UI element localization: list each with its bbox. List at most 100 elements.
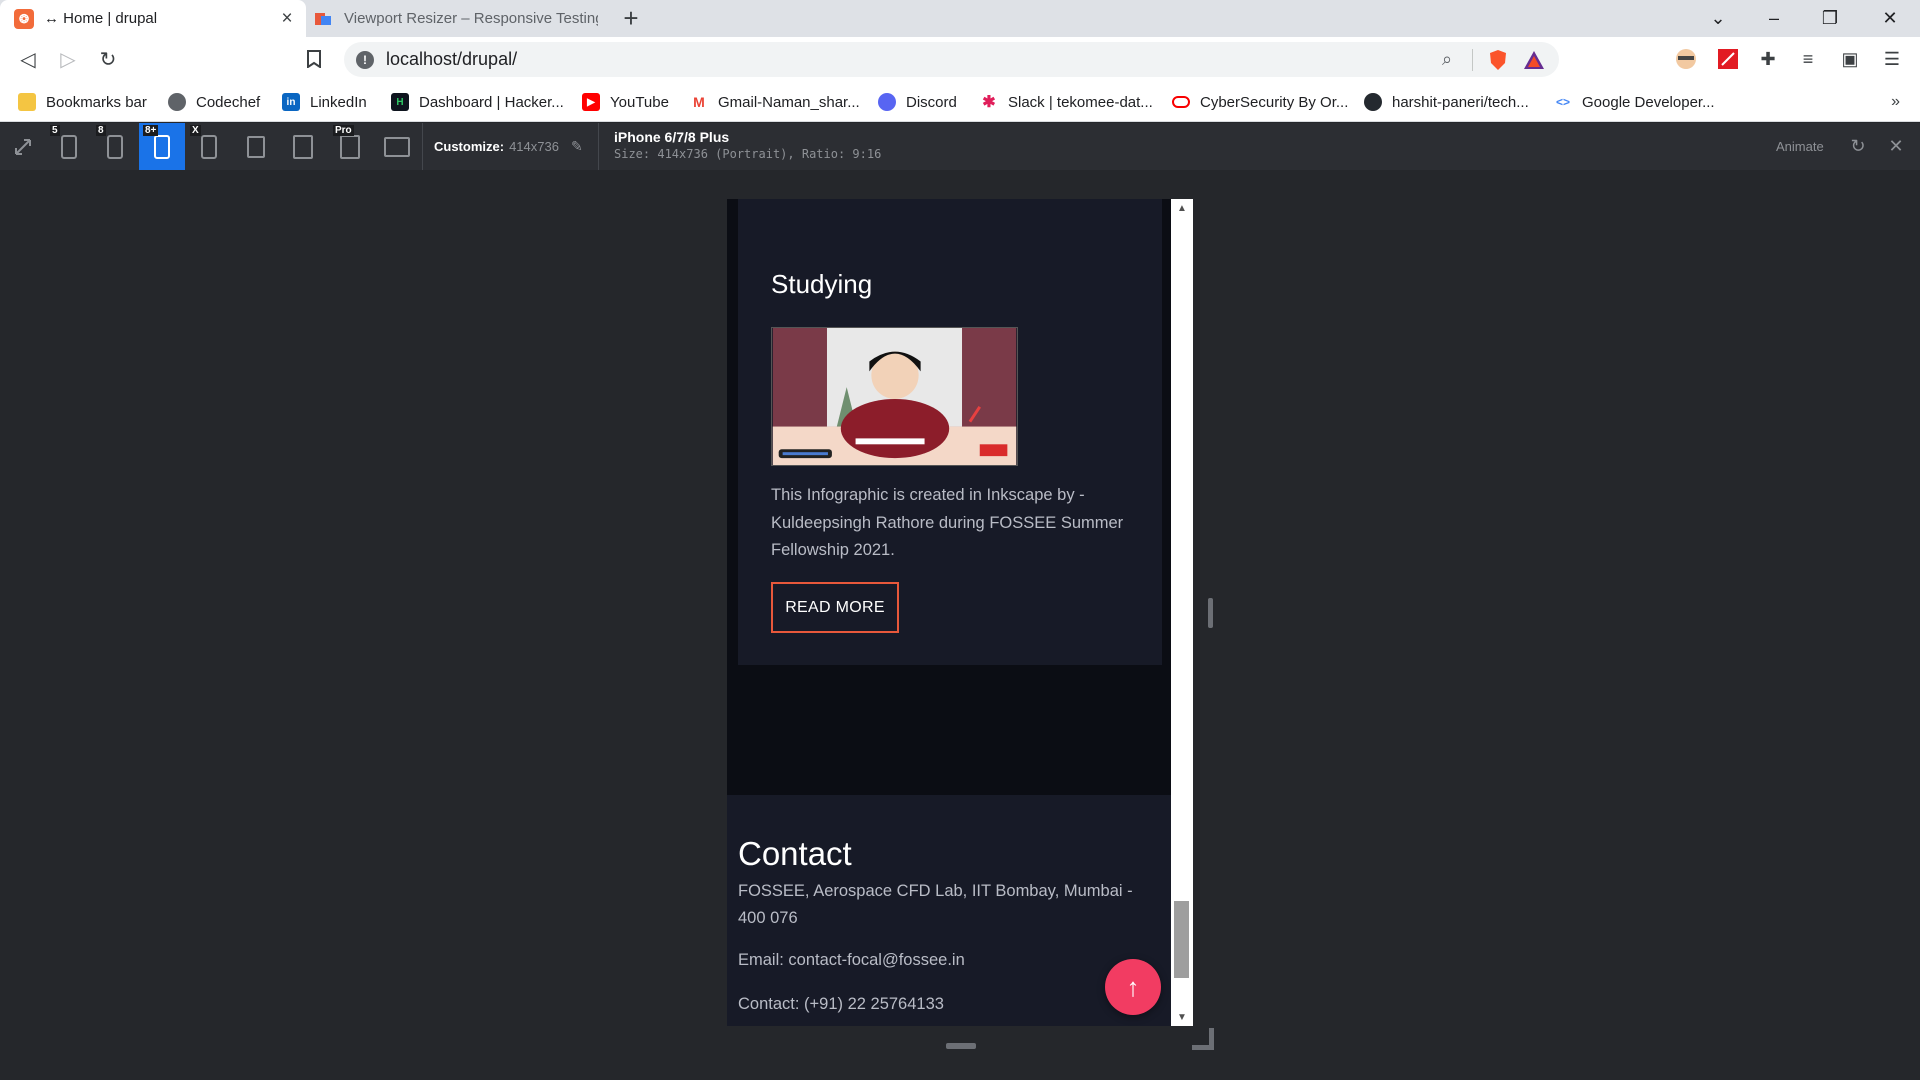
bookmark-item[interactable]: harshit-paneri/tech... (1364, 82, 1529, 122)
resize-handle-bottom[interactable] (946, 1043, 976, 1049)
bookmark-label: YouTube (610, 93, 669, 111)
contact-address: FOSSEE, Aerospace CFD Lab, IIT Bombay, M… (738, 882, 1133, 927)
resize-handle-right[interactable] (1208, 598, 1213, 628)
divider (422, 123, 423, 170)
contact-email[interactable]: Email: contact-focal@fossee.in (738, 947, 1158, 974)
read-more-button[interactable]: READ MORE (771, 582, 899, 633)
zoom-icon[interactable]: ⌕ (1432, 45, 1462, 75)
bookmark-item[interactable]: Bookmarks bar (18, 82, 147, 122)
folder-icon (18, 93, 36, 111)
bookmark-item[interactable]: ▶ YouTube (582, 82, 669, 122)
site-info-icon[interactable]: ! (356, 50, 374, 69)
avatar-extension-icon[interactable] (1672, 45, 1700, 73)
hackerrank-icon: H (391, 93, 409, 111)
tablet-icon (247, 135, 265, 158)
scroll-down-arrow-icon[interactable]: ▼ (1171, 1008, 1193, 1026)
address-bar[interactable]: ! localhost/drupal/ ⌕ (344, 42, 1559, 77)
scroll-to-top-button[interactable]: ↑ (1105, 959, 1161, 1015)
scrollbar-thumb[interactable] (1174, 901, 1189, 978)
bookmark-item[interactable]: CyberSecurity By Or... (1172, 82, 1348, 122)
youtube-icon: ▶ (582, 93, 600, 111)
close-tab-icon[interactable]: × (274, 6, 300, 32)
device-iphone-5-button[interactable]: 5 (46, 123, 92, 170)
url-text[interactable]: localhost/drupal/ (386, 49, 1432, 70)
close-window-button[interactable]: ✕ (1862, 0, 1918, 37)
bookmark-label: Gmail-Naman_shar... (718, 93, 860, 111)
studying-infographic-image[interactable] (771, 327, 1018, 466)
customize-value: 414x736 (509, 139, 559, 154)
scroll-up-arrow-icon[interactable]: ▲ (1171, 199, 1193, 217)
customize-size[interactable]: Customize: 414x736 ✎ (434, 123, 583, 170)
tab-viewport-resizer[interactable]: Viewport Resizer – Responsive Testing (308, 0, 598, 37)
slack-icon: ✱ (980, 93, 998, 111)
article-card: Studying This Infographic is created in … (738, 199, 1162, 665)
device-desktop-button[interactable] (374, 123, 420, 170)
pdf-extension-icon[interactable] (1714, 45, 1742, 73)
fullscreen-icon[interactable] (0, 123, 46, 170)
bookmark-item[interactable]: Codechef (168, 82, 260, 122)
bookmark-label: CyberSecurity By Or... (1200, 93, 1349, 111)
omnibox-divider (1472, 48, 1473, 71)
device-ipad-pro-button[interactable]: Pro (327, 123, 373, 170)
bookmark-item[interactable]: ✱ Slack | tekomee-dat... (980, 82, 1153, 122)
bookmark-item[interactable]: Discord (878, 82, 957, 122)
bookmark-item[interactable]: M Gmail-Naman_shar... (690, 82, 860, 122)
animate-toggle[interactable]: Animate (1776, 123, 1824, 170)
bookmark-label: Bookmarks bar (46, 93, 147, 111)
google-dev-icon: <> (1554, 93, 1572, 111)
tab-title: Viewport Resizer – Responsive Testing (344, 10, 598, 27)
minimize-button[interactable]: – (1746, 0, 1802, 37)
back-button[interactable]: ◁ (12, 43, 44, 75)
brave-shield-icon[interactable] (1483, 45, 1513, 75)
close-resizer-icon[interactable]: ✕ (1881, 123, 1911, 170)
device-tablet-small-button[interactable] (233, 123, 279, 170)
linkedin-icon: in (282, 93, 300, 111)
device-iphone-x-button[interactable]: X (186, 123, 232, 170)
forward-button[interactable]: ▷ (52, 43, 84, 75)
pencil-icon[interactable]: ✎ (571, 138, 583, 155)
phone-icon (154, 134, 170, 159)
tab-search-icon[interactable]: ⌄ (1690, 0, 1746, 37)
media-queue-icon[interactable]: ≡ (1794, 45, 1822, 73)
device-size: Size: 414x736 (Portrait), Ratio: 9:16 (614, 147, 882, 161)
resize-handle-corner[interactable] (1192, 1028, 1214, 1050)
device-tablet-button[interactable] (280, 123, 326, 170)
device-badge: 5 (50, 125, 60, 136)
new-tab-button[interactable]: + (616, 3, 646, 33)
tab-title: ↔ Home | drupal (44, 10, 158, 27)
viewport-scrollbar[interactable]: ▲ ▼ (1171, 199, 1193, 1026)
bookmark-label: harshit-paneri/tech... (1392, 93, 1529, 111)
device-badge: X (190, 125, 201, 136)
phone-icon (107, 134, 123, 159)
wallet-icon[interactable]: ▣ (1836, 45, 1864, 73)
device-iphone-8-plus-button[interactable]: 8+ (139, 123, 185, 170)
reload-button[interactable]: ↻ (92, 43, 124, 75)
bookmark-item[interactable]: H Dashboard | Hacker... (391, 82, 564, 122)
bookmark-icon[interactable] (298, 43, 330, 75)
bookmark-item[interactable]: <> Google Developer... (1554, 82, 1715, 122)
tablet-icon (340, 134, 360, 159)
bookmark-label: Discord (906, 93, 957, 111)
brave-rewards-icon[interactable] (1519, 45, 1549, 75)
device-iphone-8-button[interactable]: 8 (92, 123, 138, 170)
divider (598, 123, 599, 170)
bookmarks-overflow-icon[interactable]: » (1891, 82, 1900, 122)
rotate-icon[interactable]: ↻ (1843, 123, 1873, 170)
emulated-viewport: Studying This Infographic is created in … (727, 199, 1171, 1026)
bookmark-label: Google Developer... (1582, 93, 1715, 111)
gmail-icon: M (690, 93, 708, 111)
extensions-puzzle-icon[interactable]: ✚ (1754, 45, 1782, 73)
tab-strip: ❂ ↔ Home | drupal × Viewport Resizer – R… (0, 0, 1920, 37)
restore-button[interactable]: ❐ (1802, 0, 1858, 37)
monitor-icon (384, 136, 410, 157)
device-badge: Pro (333, 125, 354, 136)
device-badge: 8 (96, 125, 106, 136)
bookmark-item[interactable]: in LinkedIn (282, 82, 367, 122)
tablet-icon (293, 134, 313, 159)
card-title: Studying (771, 269, 873, 299)
menu-icon[interactable]: ☰ (1878, 45, 1906, 73)
contact-phone: Contact: (+91) 22 25764133 (738, 995, 944, 1013)
tab-home-drupal[interactable]: ❂ ↔ Home | drupal × (0, 0, 306, 37)
viewport-resizer-favicon-icon (315, 12, 331, 25)
device-badge: 8+ (143, 125, 159, 136)
